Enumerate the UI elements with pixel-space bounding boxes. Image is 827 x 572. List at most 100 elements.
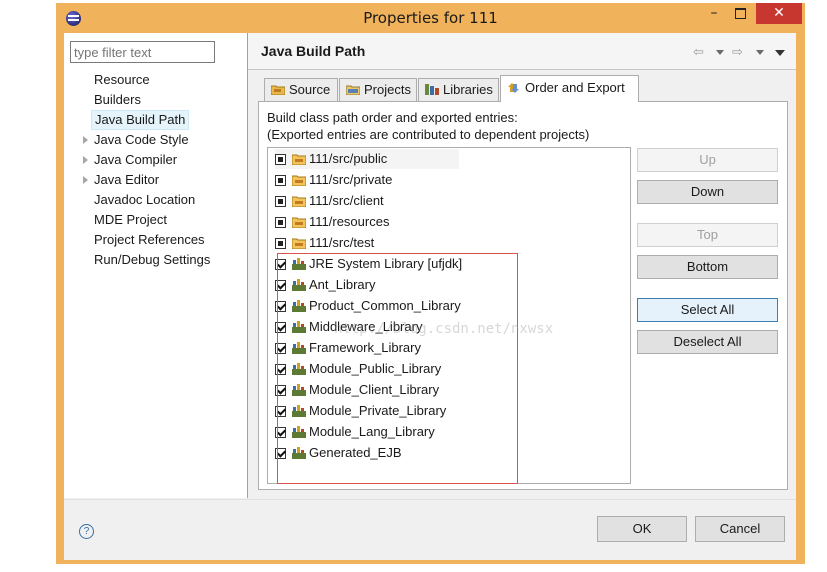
- entry-label: Module_Client_Library: [309, 382, 440, 397]
- export-checkbox[interactable]: [275, 196, 286, 207]
- export-checkbox[interactable]: [275, 301, 286, 312]
- source-folder-icon: [292, 154, 306, 165]
- entry-label: 111/src/public: [309, 151, 388, 166]
- sidebar-item-java-build-path[interactable]: Java Build Path: [91, 110, 190, 130]
- window-title: Properties for 111: [363, 9, 498, 27]
- page-header: Java Build Path ⇦ ⇨: [248, 33, 796, 70]
- entry-label: Framework_Library: [309, 340, 421, 355]
- sidebar-item-javadoc-location[interactable]: Javadoc Location: [94, 191, 195, 209]
- sidebar-item-java-code-style[interactable]: Java Code Style: [94, 131, 189, 149]
- deselect-all-button[interactable]: Deselect All: [637, 330, 778, 354]
- list-item[interactable]: JRE System Library [ufjdk]: [275, 254, 575, 274]
- sidebar-item-builders[interactable]: Builders: [94, 91, 141, 109]
- list-item[interactable]: Module_Private_Library: [275, 401, 575, 421]
- minimize-button[interactable]: –: [700, 3, 728, 24]
- tab-label: Libraries: [443, 82, 493, 97]
- title-bar[interactable]: Properties for 111 – ✕: [56, 3, 805, 33]
- export-checkbox[interactable]: [275, 238, 286, 249]
- entry-label: Product_Common_Library: [309, 298, 461, 313]
- ok-button[interactable]: OK: [597, 516, 687, 542]
- view-menu-icon[interactable]: [775, 50, 785, 56]
- export-checkbox[interactable]: [275, 154, 286, 165]
- select-all-button[interactable]: Select All: [637, 298, 778, 322]
- list-item[interactable]: Ant_Library: [275, 275, 575, 295]
- expand-arrow-icon[interactable]: [83, 176, 88, 184]
- cancel-button[interactable]: Cancel: [695, 516, 785, 542]
- export-checkbox[interactable]: [275, 217, 286, 228]
- tab-label: Source: [289, 82, 331, 97]
- tab-source[interactable]: Source: [264, 78, 338, 101]
- list-item[interactable]: Module_Client_Library: [275, 380, 575, 400]
- list-item[interactable]: 111/src/private: [275, 170, 575, 190]
- top-button[interactable]: Top: [637, 223, 778, 247]
- close-button[interactable]: ✕: [756, 3, 802, 24]
- order-export-icon: [508, 83, 519, 93]
- back-arrow-icon[interactable]: ⇦: [693, 45, 704, 60]
- dialog-footer: ? OK Cancel: [64, 499, 796, 560]
- list-item[interactable]: 111/src/test: [275, 233, 575, 253]
- list-item[interactable]: 111/resources: [275, 212, 575, 232]
- tab-libraries[interactable]: Libraries: [418, 78, 499, 101]
- property-page-tree: Resource BuildersJava Build PathJava Code…: [64, 33, 248, 498]
- entry-label: Module_Lang_Library: [309, 424, 435, 439]
- export-checkbox[interactable]: [275, 364, 286, 375]
- sidebar-item-run-debug-settings[interactable]: Run/Debug Settings: [94, 251, 210, 269]
- export-checkbox[interactable]: [275, 280, 286, 291]
- library-icon: [292, 279, 306, 291]
- tab-order-and-export[interactable]: Order and Export: [500, 75, 639, 102]
- export-checkbox[interactable]: [275, 448, 286, 459]
- entry-label: Module_Private_Library: [309, 403, 447, 418]
- library-icon: [292, 363, 306, 375]
- order-export-panel: Build class path order and exported entr…: [258, 101, 788, 490]
- forward-dropdown-icon[interactable]: [756, 50, 764, 55]
- source-folder-icon: [271, 85, 285, 95]
- tab-label: Projects: [364, 82, 411, 97]
- list-item[interactable]: Product_Common_Library: [275, 296, 575, 316]
- property-page: Java Build Path ⇦ ⇨ Source Projects Libr…: [248, 33, 796, 498]
- bottom-button[interactable]: Bottom: [637, 255, 778, 279]
- export-checkbox[interactable]: [275, 385, 286, 396]
- classpath-entries-list[interactable]: 111/src/public 111/src/private 111/src/cli…: [267, 147, 631, 484]
- export-checkbox[interactable]: [275, 175, 286, 186]
- expand-arrow-icon[interactable]: [83, 156, 88, 164]
- sidebar-item-resource[interactable]: Resource: [94, 71, 150, 89]
- export-checkbox[interactable]: [275, 427, 286, 438]
- up-button[interactable]: Up: [637, 148, 778, 172]
- list-item[interactable]: 111/src/client: [275, 191, 575, 211]
- list-item[interactable]: Framework_Library: [275, 338, 575, 358]
- forward-arrow-icon[interactable]: ⇨: [732, 45, 743, 60]
- export-checkbox[interactable]: [275, 259, 286, 270]
- list-item[interactable]: Generated_EJB: [275, 443, 575, 463]
- entry-label: Module_Public_Library: [309, 361, 442, 376]
- list-item[interactable]: Module_Lang_Library: [275, 422, 575, 442]
- entry-label: 111/resources: [309, 214, 390, 229]
- source-folder-icon: [292, 175, 306, 186]
- page-title: Java Build Path: [261, 43, 366, 59]
- description-line-2: (Exported entries are contributed to dep…: [267, 127, 590, 142]
- source-folder-icon: [292, 217, 306, 228]
- filter-input[interactable]: [70, 41, 215, 63]
- description-line-1: Build class path order and exported entr…: [267, 110, 518, 125]
- help-icon[interactable]: ?: [79, 524, 94, 539]
- sidebar-item-java-editor[interactable]: Java Editor: [94, 171, 159, 189]
- list-item[interactable]: Module_Public_Library: [275, 359, 575, 379]
- library-icon: [292, 426, 306, 438]
- source-folder-icon: [292, 196, 306, 207]
- sidebar-item-project-references[interactable]: Project References: [94, 231, 205, 249]
- export-checkbox[interactable]: [275, 322, 286, 333]
- back-dropdown-icon[interactable]: [716, 50, 724, 55]
- library-icon: [292, 384, 306, 396]
- export-checkbox[interactable]: [275, 343, 286, 354]
- library-icon: [292, 300, 306, 312]
- expand-arrow-icon[interactable]: [83, 136, 88, 144]
- down-button[interactable]: Down: [637, 180, 778, 204]
- list-item[interactable]: 111/src/public: [275, 149, 459, 169]
- sidebar-item-mde-project[interactable]: MDE Project: [94, 211, 167, 229]
- sidebar-item-java-compiler[interactable]: Java Compiler: [94, 151, 177, 169]
- entry-label: JRE System Library [ufjdk]: [309, 256, 463, 271]
- maximize-button[interactable]: [726, 3, 754, 24]
- export-checkbox[interactable]: [275, 406, 286, 417]
- properties-dialog: Properties for 111 – ✕ ResourceBuildersJ…: [56, 3, 805, 564]
- library-icon: [292, 321, 306, 333]
- tab-projects[interactable]: Projects: [339, 78, 417, 101]
